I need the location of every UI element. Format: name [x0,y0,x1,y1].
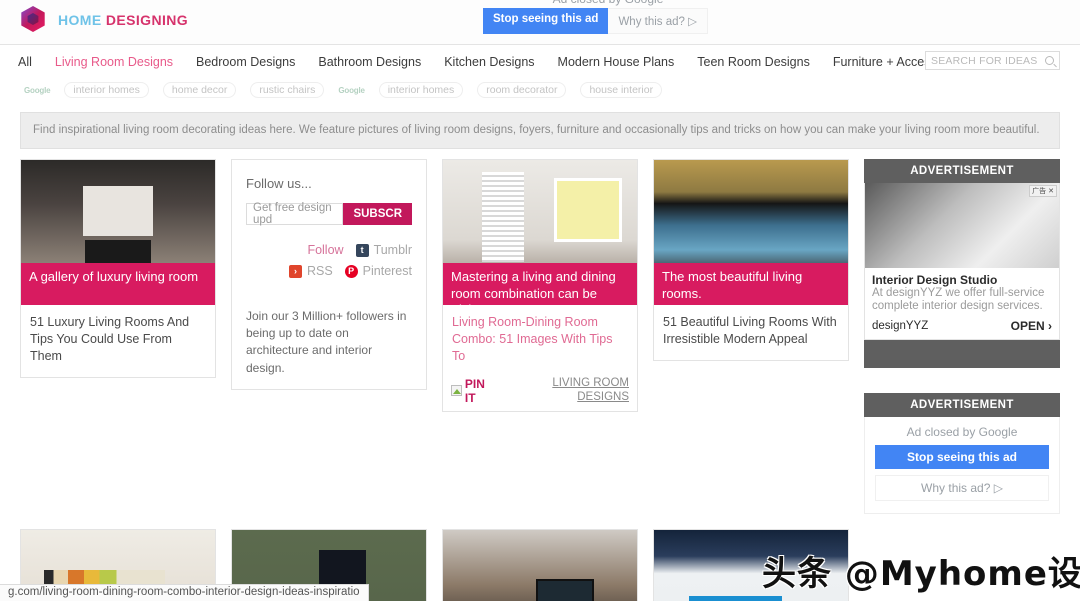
grid-column-3: Mastering a living and dining room combi… [442,159,638,513]
site-logo-text: HOME DESIGNING [58,12,188,28]
tumblr-label: Tumblr [373,243,412,258]
follow-us-note: Join our 3 Million+ followers in being u… [246,308,407,375]
pinterest-label: Pinterest [362,264,412,279]
nav-item-teen-room-designs[interactable]: Teen Room Designs [697,55,810,69]
logo-word-designing: DESIGNING [105,12,189,28]
logo-word-home: HOME [58,12,102,28]
follow-us-title: Follow us... [246,176,312,192]
google-chip-2: Google [338,85,365,95]
site-logo[interactable]: HOME DESIGNING [20,6,188,34]
pill-room-decorator[interactable]: room decorator [477,82,567,98]
pill-home-decor[interactable]: home decor [162,82,237,98]
card-banner-text: The most beautiful living rooms. [654,263,848,306]
nav-item-living-room-designs[interactable]: Living Room Designs [55,55,173,69]
rss-label: RSS [306,264,333,279]
card-banner-text: Mastering a living and dining room combi… [443,263,637,306]
follow-link[interactable]: Follow [307,243,343,257]
google-chip-1: Google [24,85,51,95]
nav-item-kitchen-designs[interactable]: Kitchen Designs [444,55,534,69]
ad-badge-label: 广告 [1032,188,1047,196]
grid-column-4: The most beautiful living rooms. 51 Beau… [653,159,849,513]
nav-item-bedroom-designs[interactable]: Bedroom Designs [196,55,295,69]
rss-icon: › [288,264,302,278]
card-thumbnail: The most beautiful living rooms. [654,160,848,306]
newsletter-email-input[interactable]: Get free design upd [246,202,344,226]
content-grid-row-1: A gallery of luxury living room 51 Luxur… [0,149,1080,514]
ad2-why-this-ad-button[interactable]: Why this ad? ▷ [875,474,1049,501]
card-title[interactable]: 51 Beautiful Living Rooms With Irresisti… [654,305,848,360]
rss-link[interactable]: › RSS [288,264,333,279]
close-icon[interactable]: ✕ [1048,187,1054,195]
ad2-closed-label: Ad closed by Google [906,424,1018,439]
pill-house-interior[interactable]: house interior [580,82,663,98]
card-title[interactable]: 51 Luxury Living Rooms And Tips You Coul… [21,305,215,377]
card-hover-actions: PIN IT LIVING ROOM DESIGNS [443,377,637,411]
tumblr-link[interactable]: t Tumblr [355,243,412,258]
search-input[interactable]: SEARCH FOR IDEAS [925,51,1060,70]
card-thumbnail: Mastering a living and dining room combi… [443,160,637,306]
top-ad-closed-label: Ad closed by Google [483,0,733,6]
advertisement-block-2: ADVERTISEMENT Ad closed by Google Stop s… [864,392,1060,514]
ad-choices-badge[interactable]: 广告 ✕ [1029,185,1057,198]
search-placeholder: SEARCH FOR IDEAS [931,54,1038,67]
suggestion-pills: Google interior homes home decor rustic … [0,78,1080,100]
advertisement-column: ADVERTISEMENT 广告 ✕ Interior Design Studi… [864,159,1060,514]
card-thumbnail: The wall mounted flat screen TV [443,529,637,601]
hexagon-logo-icon [20,6,48,34]
ad-brand: designYYZ [872,319,929,332]
article-card-luxury-living-rooms[interactable]: A gallery of luxury living room 51 Luxur… [20,159,216,378]
follow-label: Follow [307,243,344,258]
pinterest-link[interactable]: P Pinterest [344,264,412,279]
card-thumbnail: A gallery of luxury living room [21,160,215,306]
card-banner-text: A gallery of luxury living room [21,263,215,306]
nav-item-modern-house-plans[interactable]: Modern House Plans [558,55,675,69]
pill-interior-homes-2[interactable]: interior homes [378,82,464,98]
grid-column-3-row2: The wall mounted flat screen TV 50 Ideas… [442,528,638,601]
search-icon [1045,56,1054,65]
page-root: HOME DESIGNING Ad closed by Google Stop … [0,0,1080,601]
card-category-link[interactable]: LIVING ROOM DESIGNS [499,377,629,405]
article-card-beautiful-living-rooms[interactable]: The most beautiful living rooms. 51 Beau… [653,159,849,362]
why-this-ad-button[interactable]: Why this ad? ▷ [608,8,708,34]
grid-column-1: A gallery of luxury living room 51 Luxur… [20,159,216,513]
tumblr-icon: t [355,243,369,257]
watermark: 头条 @Myhome设计家 [762,554,1080,594]
main-navigation: All Living Room Designs Bedroom Designs … [0,45,1080,78]
nav-item-bathroom-designs[interactable]: Bathroom Designs [318,55,421,69]
grid-column-2: Follow us... Get free design upd SUBSCR … [231,159,427,513]
nav-item-all[interactable]: All [18,55,32,69]
ad-footer-strip [864,339,1060,368]
ad-title[interactable]: Interior Design Studio [872,273,1052,287]
status-bar-url: g.com/living-room-dining-room-combo-inte… [0,584,369,601]
advertisement-header-2: ADVERTISEMENT [864,392,1060,417]
category-description: Find inspirational living room decoratin… [20,112,1060,150]
pin-it-button[interactable]: PIN IT [451,377,499,405]
pill-interior-homes-1[interactable]: interior homes [64,82,149,98]
advertisement-header: ADVERTISEMENT [864,159,1060,184]
subscribe-button[interactable]: SUBSCR [343,203,412,226]
pinterest-icon: P [344,264,358,278]
follow-us-widget: Follow us... Get free design upd SUBSCR … [231,159,427,391]
ad-description: At designYYZ we offer full-service compl… [872,287,1045,313]
pill-rustic-chairs[interactable]: rustic chairs [250,82,325,98]
article-card-living-dining-combo[interactable]: Mastering a living and dining room combi… [442,159,638,412]
card-title[interactable]: Living Room-Dining Room Combo: 51 Images… [443,305,637,377]
stop-seeing-this-ad-button[interactable]: Stop seeing this ad [483,8,609,34]
advertisement-block-1: ADVERTISEMENT 广告 ✕ Interior Design Studi… [864,159,1060,368]
top-ad-close-overlay: Ad closed by Google Stop seeing this ad … [483,0,733,34]
ad2-stop-seeing-button[interactable]: Stop seeing this ad [875,444,1049,469]
ad-open-button[interactable]: OPEN › [1011,319,1052,333]
top-bar: HOME DESIGNING Ad closed by Google Stop … [0,0,1080,45]
ad-image[interactable]: 广告 ✕ [865,183,1059,269]
broken-image-icon [451,385,462,397]
article-card-wall-mounted-tv[interactable]: The wall mounted flat screen TV 50 Ideas… [442,528,638,601]
pin-it-label: PIN IT [464,376,485,405]
